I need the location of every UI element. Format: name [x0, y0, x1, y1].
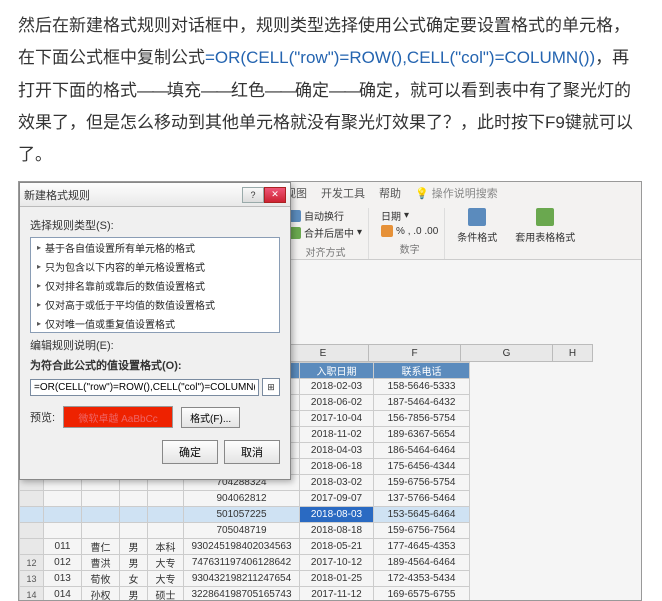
close-button[interactable]: ✕ — [264, 187, 286, 203]
tab-dev[interactable]: 开发工具 — [321, 185, 365, 201]
rule-option[interactable]: 仅对唯一值或重复值设置格式 — [31, 314, 279, 333]
rule-option[interactable]: 仅对排名靠前或靠后的数值设置格式 — [31, 276, 279, 295]
table-format-icon — [536, 208, 554, 226]
cond-format-icon — [468, 208, 486, 226]
table-row[interactable]: 12012曹洪男大专7476311974061286422017-10-1218… — [20, 555, 470, 571]
table-row[interactable]: 9040628122017-09-07137-5766-5464 — [20, 491, 470, 507]
number-format[interactable]: 日期 ▾ — [381, 208, 438, 223]
ribbon: 视图 开发工具 帮助 💡 操作说明搜索 自动换行 合并后居中 ▾ 对齐方式 日期… — [277, 182, 641, 260]
cancel-button[interactable]: 取消 — [224, 440, 280, 464]
table-row[interactable]: 011曹仁男本科9302451984020345632018-05-21177-… — [20, 539, 470, 555]
search-hint[interactable]: 💡 操作说明搜索 — [415, 185, 498, 201]
rule-option[interactable]: 基于各自值设置所有单元格的格式 — [31, 238, 279, 257]
excel-workspace: 视图 开发工具 帮助 💡 操作说明搜索 自动换行 合并后居中 ▾ 对齐方式 日期… — [18, 181, 642, 601]
new-format-rule-dialog: 新建格式规则 ? ✕ 选择规则类型(S): 基于各自值设置所有单元格的格式只为包… — [19, 182, 291, 480]
range-selector-button[interactable]: ⊞ — [262, 378, 280, 396]
rule-type-label: 选择规则类型(S): — [30, 217, 280, 233]
currency-buttons[interactable]: % , .0 .00 — [381, 225, 438, 237]
col-F[interactable]: F — [369, 344, 461, 362]
cond-label: 为符合此公式的值设置格式(O): — [30, 357, 280, 373]
edit-desc-label: 编辑规则说明(E): — [30, 337, 280, 353]
format-button[interactable]: 格式(F)... — [181, 407, 240, 428]
wrap-button[interactable]: 自动换行 — [289, 208, 362, 223]
conditional-format-button[interactable]: 条件格式 — [457, 208, 497, 244]
preview-sample: 微软卓越 AaBbCc — [63, 406, 173, 428]
dialog-title: 新建格式规则 — [24, 187, 90, 203]
instruction-text: 然后在新建格式规则对话框中，规则类型选择使用公式确定要设置格式的单元格，在下面公… — [0, 0, 662, 181]
ok-button[interactable]: 确定 — [162, 440, 218, 464]
ribbon-tabs: 视图 开发工具 帮助 💡 操作说明搜索 — [277, 182, 641, 204]
rule-option[interactable]: 只为包含以下内容的单元格设置格式 — [31, 257, 279, 276]
rule-option[interactable]: 仅对高于或低于平均值的数值设置格式 — [31, 295, 279, 314]
col-H[interactable]: H — [553, 344, 593, 362]
preview-label: 预览: — [30, 409, 55, 425]
rule-type-list[interactable]: 基于各自值设置所有单元格的格式只为包含以下内容的单元格设置格式仅对排名靠前或靠后… — [30, 237, 280, 333]
number-group-label: 数字 — [381, 241, 438, 256]
formula-input[interactable] — [30, 379, 259, 396]
table-row[interactable]: 7050487192018-08-18159-6756-7564 — [20, 523, 470, 539]
table-row[interactable]: 14014孙权男硕士3228641987051657432017-11-1216… — [20, 587, 470, 601]
merge-button[interactable]: 合并后居中 ▾ — [289, 225, 362, 240]
dialog-titlebar[interactable]: 新建格式规则 ? ✕ — [20, 183, 290, 207]
table-row[interactable]: 13013荀攸女大专9304321982112476542018-01-2517… — [20, 571, 470, 587]
column-headers: E F G H — [277, 344, 593, 362]
align-group-label: 对齐方式 — [289, 244, 362, 259]
col-G[interactable]: G — [461, 344, 553, 362]
help-button[interactable]: ? — [242, 187, 264, 203]
table-row[interactable]: 5010572252018-08-03153-5645-6464 — [20, 507, 470, 523]
currency-icon — [381, 225, 393, 237]
table-format-button[interactable]: 套用表格格式 — [515, 208, 575, 244]
tab-help[interactable]: 帮助 — [379, 185, 401, 201]
